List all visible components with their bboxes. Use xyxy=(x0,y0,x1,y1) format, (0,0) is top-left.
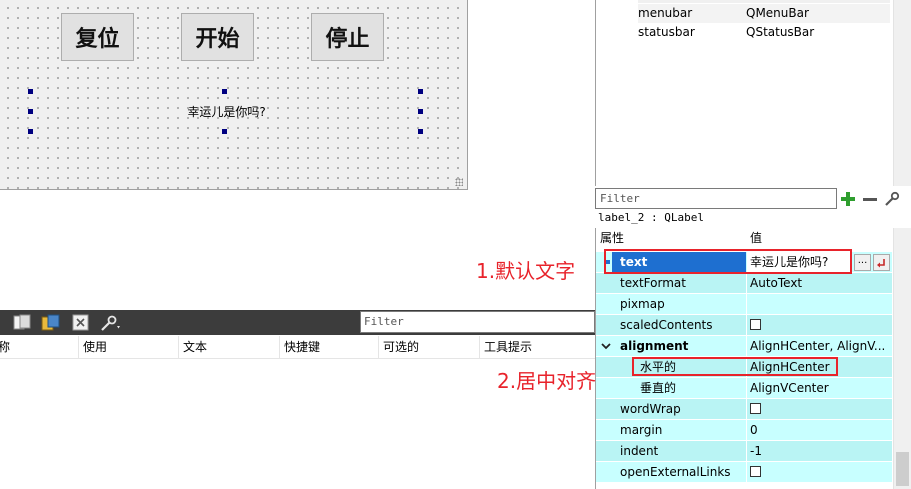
property-name: margin xyxy=(620,423,663,437)
configure-wrench-icon[interactable] xyxy=(883,190,901,208)
resize-handle-b[interactable] xyxy=(222,129,227,134)
label-text: 幸运儿是你吗? xyxy=(187,105,266,119)
resize-handle-tr[interactable] xyxy=(418,89,423,94)
property-row-indent[interactable]: indent -1 xyxy=(596,441,892,462)
property-value: -1 xyxy=(750,444,762,458)
openexternallinks-checkbox[interactable] xyxy=(750,466,761,477)
property-row-textformat[interactable]: textFormat AutoText xyxy=(596,273,892,294)
property-row-margin[interactable]: margin 0 xyxy=(596,420,892,441)
object-row-statusbar[interactable]: statusbar QStatusBar xyxy=(638,23,890,42)
object-row-menubar[interactable]: menubar QMenuBar xyxy=(638,4,890,23)
object-name: statusbar xyxy=(638,25,695,39)
column-header-value[interactable]: 值 xyxy=(750,228,762,249)
property-name: textFormat xyxy=(620,276,686,290)
property-row-pixmap[interactable]: pixmap xyxy=(596,294,892,315)
property-row-scaledcontents[interactable]: scaledContents xyxy=(596,315,892,336)
action-wrench-icon[interactable] xyxy=(100,314,122,335)
object-class: QStatusBar xyxy=(746,25,815,39)
column-header-text[interactable]: 文本 xyxy=(178,336,207,358)
action-table-header: 称 使用 文本 快捷键 可选的 工具提示 xyxy=(0,336,595,359)
resize-handle-bl[interactable] xyxy=(28,129,33,134)
property-name: scaledContents xyxy=(620,318,713,332)
action-filter-input[interactable]: Filter xyxy=(360,311,595,333)
object-inspector: menubar QMenuBar statusbar QStatusBar xyxy=(595,0,911,186)
property-filter-input[interactable]: Filter xyxy=(595,188,837,209)
delete-action-icon[interactable] xyxy=(72,314,89,334)
wordwrap-checkbox[interactable] xyxy=(750,403,761,414)
property-name: wordWrap xyxy=(620,402,681,416)
column-header-checkable[interactable]: 可选的 xyxy=(378,336,419,358)
object-class: QMenuBar xyxy=(746,6,809,20)
property-object-title: label_2 : QLabel xyxy=(598,211,704,224)
column-header-name[interactable]: 称 xyxy=(0,336,10,358)
reset-property-button[interactable] xyxy=(873,254,890,271)
add-property-icon[interactable] xyxy=(839,190,857,208)
property-name: alignment xyxy=(620,339,689,353)
property-row-alignment[interactable]: alignment AlignHCenter, AlignV... xyxy=(596,336,892,357)
reset-arrow-icon xyxy=(877,259,885,268)
annotation-label-center-align: 2.居中对齐 xyxy=(497,369,597,393)
remove-property-icon[interactable] xyxy=(861,190,879,208)
property-row-openexternallinks[interactable]: openExternalLinks xyxy=(596,462,892,483)
annotation-box-text xyxy=(604,249,852,274)
scrollbar-thumb[interactable] xyxy=(896,452,909,486)
reset-button[interactable]: 复位 xyxy=(61,13,134,61)
resize-handle-tl[interactable] xyxy=(28,89,33,94)
object-name: menubar xyxy=(638,6,693,20)
column-header-shortcut[interactable]: 快捷键 xyxy=(279,336,320,358)
column-header-tooltip[interactable]: 工具提示 xyxy=(479,336,532,358)
object-inspector-scrollbar[interactable] xyxy=(893,0,911,186)
copy-action-icon[interactable] xyxy=(41,314,61,334)
start-button[interactable]: 开始 xyxy=(181,13,254,61)
stop-button[interactable]: 停止 xyxy=(311,13,384,61)
form-canvas[interactable]: 复位 开始 停止 幸运儿是你吗? xyxy=(0,0,468,190)
property-name: indent xyxy=(620,444,659,458)
column-header-property[interactable]: 属性 xyxy=(600,228,624,249)
property-value: AlignHCenter, AlignV... xyxy=(750,339,886,353)
property-value: AlignVCenter xyxy=(750,381,829,395)
property-name: pixmap xyxy=(620,297,665,311)
browse-button[interactable]: ... xyxy=(854,254,871,271)
new-action-icon[interactable] xyxy=(13,314,31,334)
resize-handle-t[interactable] xyxy=(222,89,227,94)
property-value: AutoText xyxy=(750,276,803,290)
property-row-vertical[interactable]: 垂直的 AlignVCenter xyxy=(596,378,892,399)
property-name: 垂直的 xyxy=(640,381,677,395)
previous-row-edge xyxy=(638,0,890,3)
size-grip[interactable] xyxy=(455,178,463,186)
annotation-box-alignment xyxy=(632,357,838,376)
property-name: openExternalLinks xyxy=(620,465,731,479)
expand-chevron-icon[interactable] xyxy=(601,340,611,354)
selected-label-widget[interactable]: 幸运儿是你吗? xyxy=(28,89,423,134)
scaledcontents-checkbox[interactable] xyxy=(750,319,761,330)
resize-handle-br[interactable] xyxy=(418,129,423,134)
property-table-scrollbar[interactable] xyxy=(893,228,911,489)
annotation-label-default-text: 1.默认文字 xyxy=(476,259,576,283)
property-value: 0 xyxy=(750,423,758,437)
property-value xyxy=(750,294,888,314)
property-row-wordwrap[interactable]: wordWrap xyxy=(596,399,892,420)
column-header-used[interactable]: 使用 xyxy=(78,336,107,358)
